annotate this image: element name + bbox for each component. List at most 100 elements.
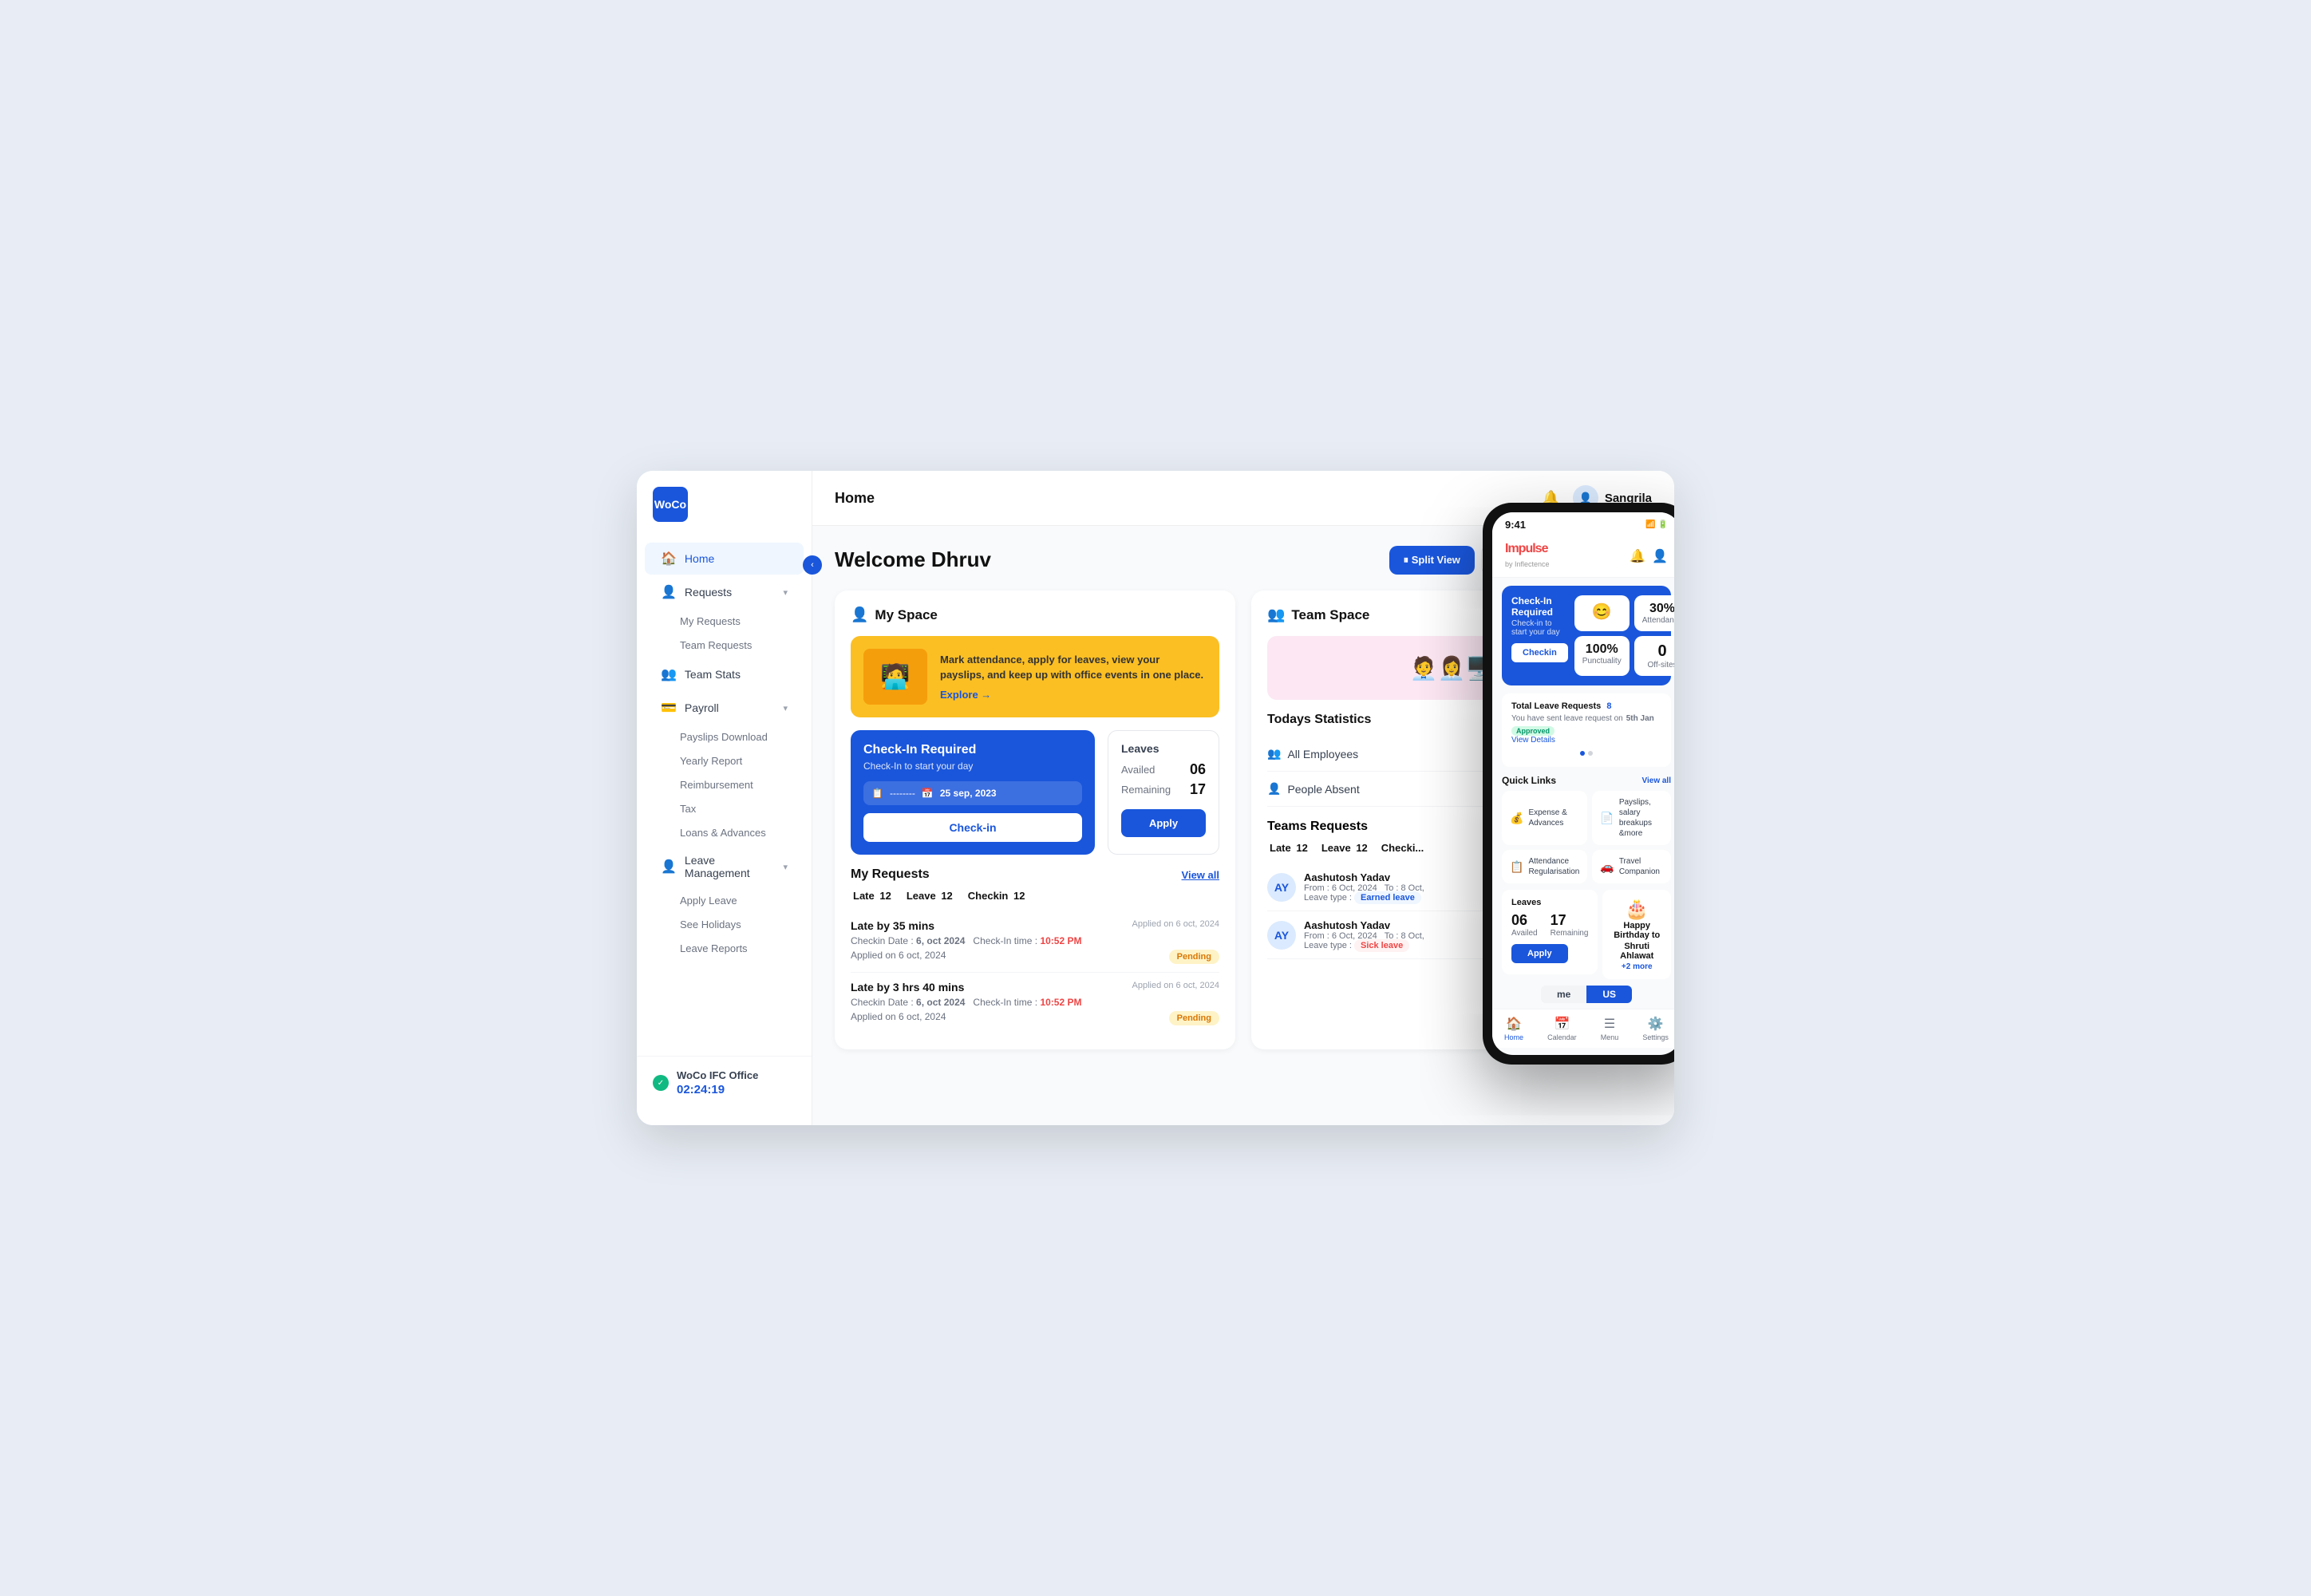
request-1-details: Checkin Date : 6, oct 2024 Check-In time… bbox=[851, 935, 1219, 946]
team-filter-leave[interactable]: Leave 12 bbox=[1319, 842, 1368, 854]
sidebar-toggle-button[interactable]: ‹ bbox=[803, 555, 822, 575]
people-absent-label: 👤 People Absent bbox=[1267, 782, 1360, 796]
phone-nav-calendar[interactable]: 📅 Calendar bbox=[1547, 1016, 1577, 1041]
request-1-applied: Applied on 6 oct, 2024 bbox=[1132, 919, 1219, 929]
phone-stat-attendance-box: 30% Attendance bbox=[1634, 595, 1674, 631]
filter-late[interactable]: Late 12 bbox=[851, 890, 891, 902]
sidebar-item-my-requests[interactable]: My Requests bbox=[672, 610, 804, 633]
dots-indicator bbox=[1511, 751, 1661, 756]
sidebar-footer: ✓ WoCo IFC Office 02:24:19 bbox=[637, 1056, 812, 1109]
sidebar-item-leave-mgmt[interactable]: 👤 Leave Management ▾ bbox=[645, 846, 804, 887]
birthday-name: Shruti Ahlawat bbox=[1610, 942, 1663, 961]
phone-home-icon: 🏠 bbox=[1506, 1016, 1522, 1032]
phone-home-label: Home bbox=[1504, 1033, 1523, 1041]
phone-nav-home[interactable]: 🏠 Home bbox=[1504, 1016, 1523, 1041]
phone-checkin-button[interactable]: Checkin bbox=[1511, 643, 1568, 662]
sidebar-item-home[interactable]: 🏠 Home bbox=[645, 543, 804, 575]
phone-user-icon[interactable]: 👤 bbox=[1652, 548, 1668, 564]
phone-menu-icon: ☰ bbox=[1604, 1016, 1615, 1032]
sidebar-item-payslips[interactable]: Payslips Download bbox=[672, 725, 804, 749]
me-us-toggle: me US bbox=[1502, 986, 1671, 1003]
phone-menu-label: Menu bbox=[1601, 1033, 1619, 1041]
requests-section-title: My Requests bbox=[851, 867, 930, 882]
phone-leaves-nums: 06 Availed 17 Remaining bbox=[1511, 912, 1588, 938]
team-filter-checkin[interactable]: Checki... bbox=[1379, 842, 1424, 854]
promo-text: Mark attendance, apply for leaves, view … bbox=[940, 653, 1207, 700]
phone-nav-menu[interactable]: ☰ Menu bbox=[1601, 1016, 1619, 1041]
quick-links-view-all[interactable]: View all bbox=[1641, 776, 1671, 785]
sidebar-item-team-stats[interactable]: 👥 Team Stats bbox=[645, 658, 804, 690]
sidebar-item-yearly-report[interactable]: Yearly Report bbox=[672, 749, 804, 772]
phone-birthday-card: 🎂 Happy Birthday to Shruti Ahlawat +2 mo… bbox=[1602, 890, 1671, 979]
request-2-footer: Applied on 6 oct, 2024 Pending bbox=[851, 1011, 1219, 1025]
sidebar-item-payroll[interactable]: 💳 Payroll ▾ bbox=[645, 692, 804, 724]
mood-emoji: 😊 bbox=[1582, 602, 1622, 622]
page-title-bar: Home bbox=[835, 490, 875, 507]
phone-apply-button[interactable]: Apply bbox=[1511, 944, 1568, 963]
phone-calendar-icon: 📅 bbox=[1554, 1016, 1570, 1032]
us-button[interactable]: US bbox=[1586, 986, 1632, 1003]
apply-leave-button[interactable]: Apply bbox=[1121, 809, 1206, 837]
phone-nav-settings[interactable]: ⚙️ Settings bbox=[1642, 1016, 1669, 1041]
quick-link-travel[interactable]: 🚗 Travel Companion bbox=[1592, 850, 1671, 883]
view-details-link[interactable]: View Details bbox=[1511, 736, 1661, 745]
availed-value: 06 bbox=[1190, 761, 1206, 778]
quick-link-attendance[interactable]: 📋 Attendance Regularisation bbox=[1502, 850, 1587, 883]
request-item-2: Late by 3 hrs 40 mins Applied on 6 oct, … bbox=[851, 973, 1219, 1033]
view-all-requests-link[interactable]: View all bbox=[1182, 869, 1219, 881]
phone-stat-punctuality-box: 100% Punctuality bbox=[1574, 636, 1630, 676]
quick-link-payslips[interactable]: 📄 Payslips, salary breakups &more bbox=[1592, 791, 1671, 845]
sidebar-item-see-holidays[interactable]: See Holidays bbox=[672, 913, 804, 936]
checkin-title: Check-In Required bbox=[863, 743, 1082, 757]
team-filter-late[interactable]: Late 12 bbox=[1267, 842, 1308, 854]
approved-badge: Approved bbox=[1511, 726, 1554, 736]
birthday-text: Happy Birthday to bbox=[1610, 921, 1663, 940]
status-badge-2: Pending bbox=[1169, 1011, 1219, 1025]
sidebar-item-apply-leave[interactable]: Apply Leave bbox=[672, 889, 804, 912]
checkin-subtitle: Check-In to start your day bbox=[863, 760, 1082, 772]
check-in-button[interactable]: Check-in bbox=[863, 813, 1082, 842]
sidebar-item-tax[interactable]: Tax bbox=[672, 797, 804, 820]
phone-body: Check-In Required Check-in to start your… bbox=[1492, 578, 1674, 1009]
quick-link-expense[interactable]: 💰 Expense & Advances bbox=[1502, 791, 1587, 845]
explore-link[interactable]: Explore → bbox=[940, 689, 1207, 701]
dot-1 bbox=[1580, 751, 1585, 756]
travel-icon: 🚗 bbox=[1600, 860, 1614, 874]
phone-notch-bar: 9:41 📶 🔋 bbox=[1492, 512, 1674, 535]
phone-app-tagline: by Inflectence bbox=[1505, 560, 1550, 568]
sidebar-item-team-stats-label: Team Stats bbox=[685, 668, 741, 681]
filter-leave[interactable]: Leave 12 bbox=[904, 890, 953, 902]
sidebar-item-loans[interactable]: Loans & Advances bbox=[672, 821, 804, 844]
phone-leave-requests-card: Total Leave Requests 8 You have sent lea… bbox=[1502, 693, 1671, 767]
team-stats-icon: 👥 bbox=[661, 666, 677, 682]
birthday-icon: 🎂 bbox=[1610, 898, 1663, 921]
sidebar-item-team-requests[interactable]: Team Requests bbox=[672, 634, 804, 657]
request-1-footer: Applied on 6 oct, 2024 Pending bbox=[851, 950, 1219, 964]
availed-row: Availed 06 bbox=[1121, 761, 1206, 778]
punctuality-pct: 100% bbox=[1582, 642, 1622, 657]
request-1-title: Late by 35 mins bbox=[851, 919, 934, 932]
filter-checkin[interactable]: Checkin 12 bbox=[966, 890, 1025, 902]
payslips-text: Payslips, salary breakups &more bbox=[1619, 797, 1663, 839]
leave-sent-info: You have sent leave request on 5th Jan A… bbox=[1511, 714, 1661, 736]
team-req-leave-type-1: Leave type : Earned leave bbox=[1304, 893, 1424, 903]
sidebar-item-leave-reports[interactable]: Leave Reports bbox=[672, 937, 804, 960]
split-view-button[interactable]: ⏸ Split View bbox=[1389, 546, 1475, 575]
sidebar: WoCo 🏠 Home 👤 Requests ▾ My Requests Tea… bbox=[637, 471, 812, 1125]
requests-icon: 👤 bbox=[661, 584, 677, 600]
dot-2 bbox=[1588, 751, 1593, 756]
sidebar-item-requests[interactable]: 👤 Requests ▾ bbox=[645, 576, 804, 608]
quick-links-grid: 💰 Expense & Advances 📄 Payslips, salary … bbox=[1502, 791, 1671, 883]
welcome-title: Welcome Dhruv bbox=[835, 547, 991, 572]
phone-bell-icon[interactable]: 🔔 bbox=[1630, 548, 1645, 564]
phone-app-logo: Impulse bbox=[1505, 542, 1550, 556]
sidebar-item-reimbursement[interactable]: Reimbursement bbox=[672, 773, 804, 796]
total-leave-count: 8 bbox=[1606, 701, 1611, 711]
office-info: ✓ WoCo IFC Office 02:24:19 bbox=[653, 1069, 796, 1096]
app-container: WoCo 🏠 Home 👤 Requests ▾ My Requests Tea… bbox=[637, 471, 1674, 1125]
requests-submenu: My Requests Team Requests bbox=[637, 610, 812, 657]
leave-submenu: Apply Leave See Holidays Leave Reports bbox=[637, 889, 812, 960]
phone-remaining-num: 17 bbox=[1551, 912, 1589, 929]
me-button[interactable]: me bbox=[1541, 986, 1586, 1003]
office-status-dot: ✓ bbox=[653, 1075, 669, 1091]
